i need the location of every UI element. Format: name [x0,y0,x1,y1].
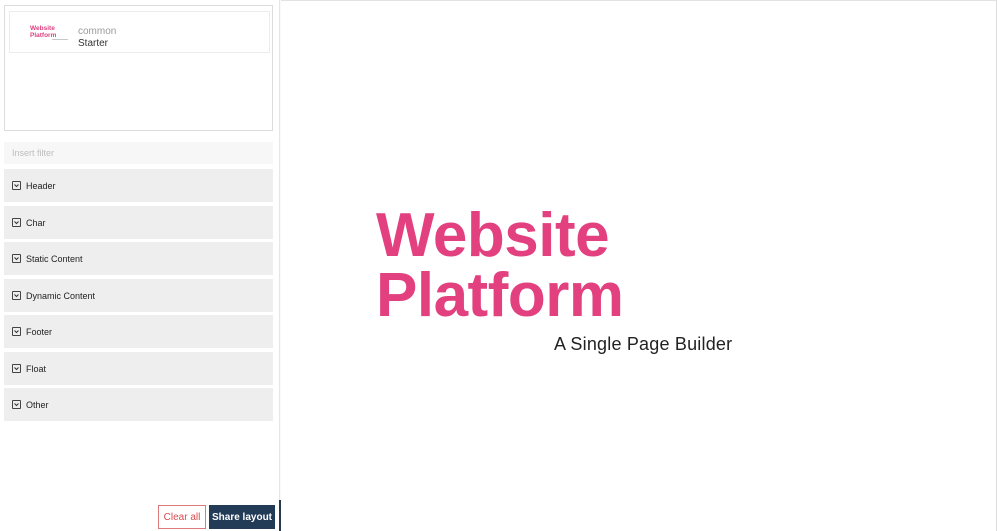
category-footer[interactable]: Footer [4,315,273,348]
template-logo-tagline-mark [52,39,68,40]
hero-title: Website Platform [376,201,624,330]
hero-title-line1: Website [376,201,610,270]
category-char[interactable]: Char [4,206,273,239]
category-label: Other [26,399,49,410]
category-float[interactable]: Float [4,352,273,385]
chevron-down-icon [12,254,21,263]
template-thumbnail: Website Platform [30,25,70,44]
hero-subtitle: A Single Page Builder [554,334,733,354]
template-name: Starter [78,38,109,49]
hero-title-line2: Platform [376,261,624,330]
chevron-down-icon [12,327,21,336]
template-list: Website Platform common Starter [4,5,273,131]
template-group: common [78,26,117,37]
chevron-down-icon [12,400,21,409]
category-label: Static Content [26,253,83,264]
chevron-down-icon [12,291,21,300]
filter-input[interactable] [4,142,273,164]
category-label: Header [26,180,56,191]
category-label: Dynamic Content [26,290,96,301]
page-canvas[interactable]: Website Platform A Single Page Builder [281,0,997,531]
clear-all-button[interactable]: Clear all [158,505,206,529]
chevron-down-icon [12,218,21,227]
category-dynamic-content[interactable]: Dynamic Content [4,279,273,312]
category-label: Char [26,217,46,228]
share-layout-button[interactable]: Share layout [209,505,275,529]
category-label: Footer [26,326,53,337]
category-static-content[interactable]: Static Content [4,242,273,275]
template-meta: common Starter [78,26,116,50]
chevron-down-icon [12,181,21,190]
chevron-down-icon [12,364,21,373]
category-label: Float [26,363,47,374]
template-card-starter[interactable]: Website Platform common Starter [9,11,270,53]
category-other[interactable]: Other [4,388,273,421]
category-header[interactable]: Header [4,169,273,202]
builder-sidebar: Website Platform common Starter Header C… [0,0,280,531]
template-logo-line1: Website [30,25,55,32]
